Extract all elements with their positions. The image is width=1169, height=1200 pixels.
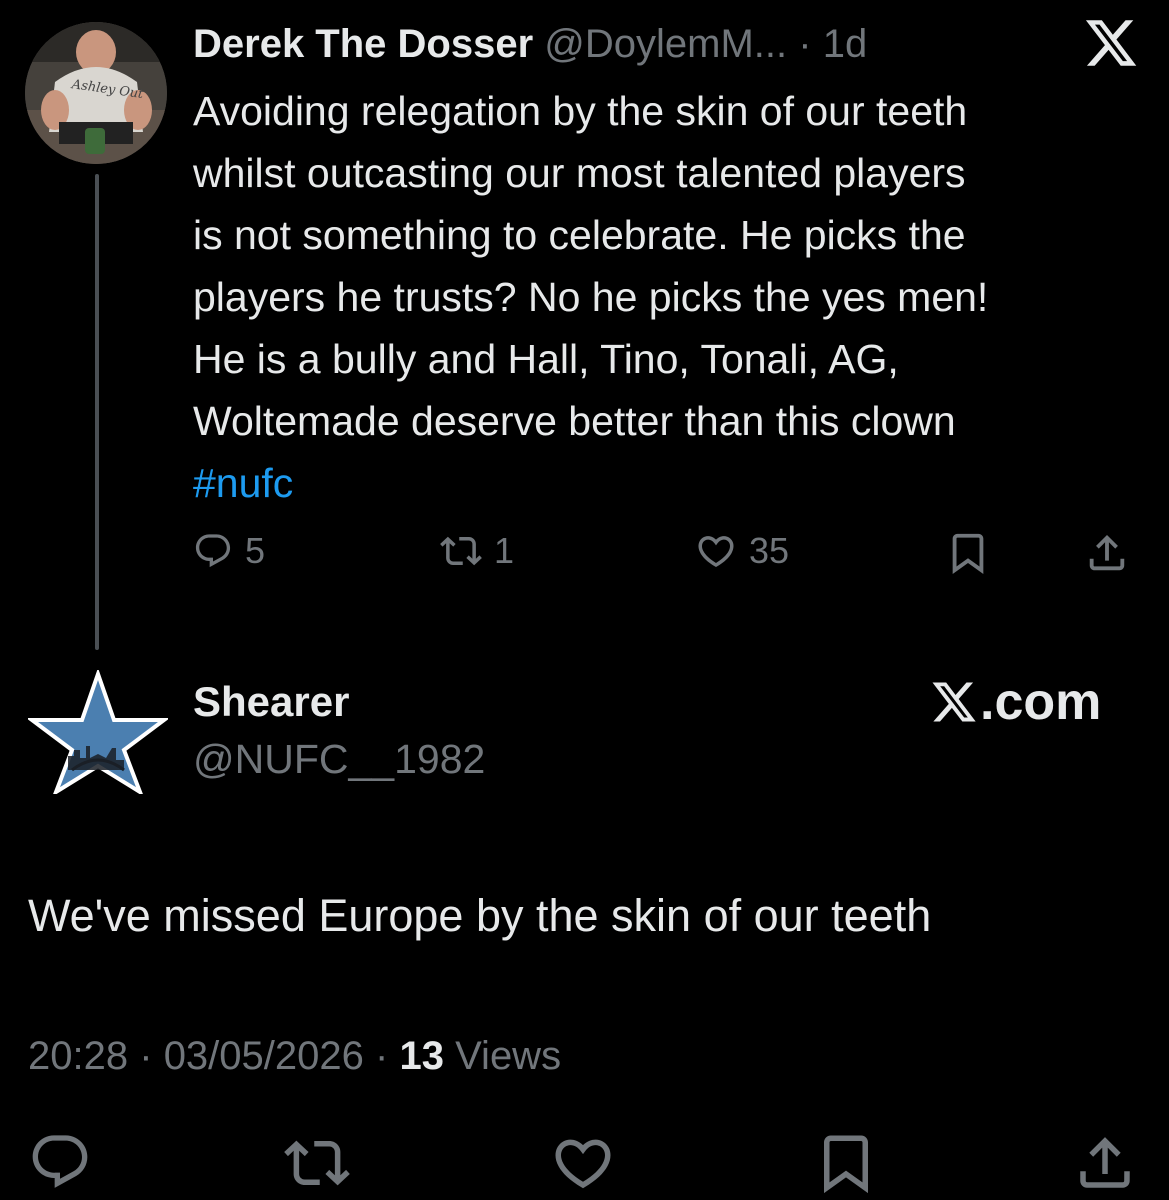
bookmark-icon	[952, 533, 984, 574]
retweet-button[interactable]: 1	[440, 530, 514, 572]
avatar-photo: Ashley Out	[25, 22, 167, 164]
avatar-derek[interactable]: Ashley Out	[25, 22, 167, 164]
thread-connector-line	[95, 174, 99, 650]
author-handle[interactable]: @DoylemM...	[544, 22, 787, 66]
x-com-branding: .com	[930, 672, 1101, 732]
author-display-name[interactable]: Shearer	[193, 678, 349, 726]
tweet-text: We've missed Europe by the skin of our t…	[28, 890, 932, 941]
retweet-icon	[284, 1140, 350, 1186]
star-avatar-icon	[26, 667, 170, 797]
share-icon	[1080, 1137, 1130, 1188]
x-logo-icon	[1083, 15, 1139, 71]
bookmark-icon	[824, 1135, 868, 1194]
like-count: 35	[749, 530, 790, 571]
brand-label: .com	[980, 673, 1102, 731]
like-button[interactable]	[550, 1130, 616, 1196]
share-button[interactable]	[1084, 530, 1130, 576]
separator-dot: ·	[375, 1034, 389, 1078]
tweet-text: Avoiding relegation by the skin of our t…	[193, 88, 989, 444]
separator-dot: ·	[139, 1034, 153, 1078]
views-count: 13	[399, 1034, 444, 1078]
tweet-time[interactable]: 1d	[823, 22, 868, 66]
like-icon	[698, 536, 734, 568]
tweet-header: Derek The Dosser @DoylemM... · 1d	[193, 18, 867, 70]
reply-button[interactable]: 5	[193, 530, 265, 572]
author-display-name[interactable]: Derek The Dosser	[193, 22, 533, 66]
retweet-button[interactable]	[284, 1130, 350, 1196]
author-handle[interactable]: @NUFC__1982	[193, 736, 485, 783]
reply-icon	[195, 534, 231, 568]
like-icon	[555, 1139, 611, 1189]
avatar-shearer[interactable]	[26, 667, 170, 797]
like-button[interactable]: 35	[695, 530, 789, 572]
share-button[interactable]	[1072, 1130, 1138, 1196]
tweet-date[interactable]: 03/05/2026	[164, 1034, 364, 1078]
separator-dot: ·	[798, 22, 812, 66]
share-icon	[1089, 534, 1125, 571]
hashtag-link[interactable]: #nufc	[193, 460, 293, 506]
retweet-count: 1	[494, 530, 515, 571]
reply-icon	[32, 1135, 88, 1188]
tweet-body: Avoiding relegation by the skin of our t…	[193, 80, 1153, 514]
retweet-icon	[440, 536, 482, 566]
reply-count: 5	[245, 530, 266, 571]
bookmark-button[interactable]	[945, 530, 991, 576]
bookmark-button[interactable]	[813, 1130, 879, 1196]
reply-button[interactable]	[28, 1130, 92, 1194]
views-label: Views	[455, 1034, 562, 1078]
tweet-time[interactable]: 20:28	[28, 1034, 128, 1078]
x-logo-icon	[932, 682, 976, 722]
tweet-meta: 20:28 · 03/05/2026 · 13 Views	[28, 1034, 561, 1079]
